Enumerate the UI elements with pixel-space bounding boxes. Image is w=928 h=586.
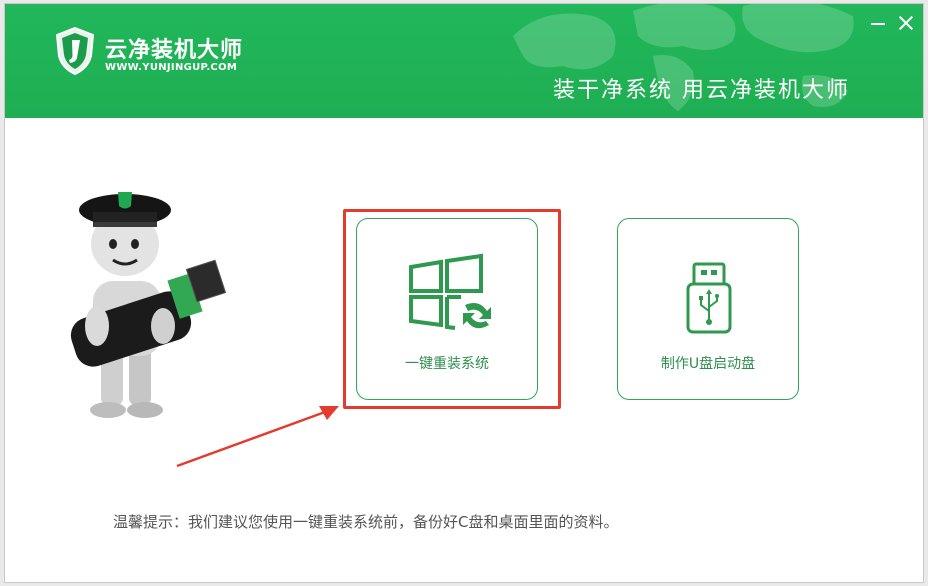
warm-tip-text: 温馨提示：我们建议您使用一键重装系统前，备份好C盘和桌面里面的资料。 xyxy=(113,513,619,531)
shield-logo-icon xyxy=(55,26,95,76)
close-icon[interactable] xyxy=(897,14,915,32)
header-banner: 云净装机大师 WWW.YUNJINGUP.COM 装干净系统 用云净装机大师 xyxy=(5,4,923,118)
red-arrow-pointer-icon xyxy=(176,406,339,468)
make-usb-boot-disk-button[interactable]: 制作U盘启动盘 xyxy=(617,218,799,400)
usb-drive-icon xyxy=(686,262,732,334)
app-url: WWW.YUNJINGUP.COM xyxy=(105,62,238,73)
mascot-holding-usb-illustration xyxy=(70,192,227,418)
make-usb-boot-disk-label: 制作U盘启动盘 xyxy=(660,356,756,372)
app-window: 云净装机大师 WWW.YUNJINGUP.COM 装干净系统 用云净装机大师 一… xyxy=(4,3,924,583)
minimize-icon[interactable] xyxy=(869,14,887,32)
slogan: 装干净系统 用云净装机大师 xyxy=(553,78,850,103)
highlight-box xyxy=(343,209,561,409)
app-title: 云净装机大师 xyxy=(105,38,244,63)
